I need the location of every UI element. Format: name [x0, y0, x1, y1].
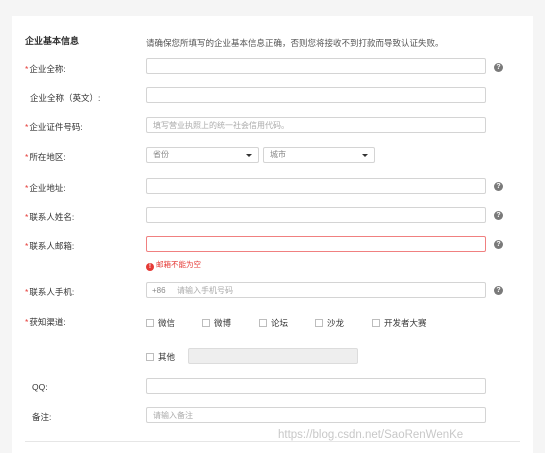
chevron-down-icon [362, 154, 368, 157]
qq-label: QQ: [32, 382, 48, 392]
address-label: *企业地址: [25, 183, 66, 193]
checkbox[interactable] [146, 319, 154, 327]
chevron-down-icon [246, 154, 252, 157]
license-no-input[interactable] [146, 117, 486, 133]
channel-label: *获知渠道: [25, 317, 66, 327]
watermark: https://blog.csdn.net/SaoRenWenKe [278, 429, 464, 441]
remark-input[interactable] [146, 407, 486, 423]
divider [25, 441, 520, 442]
contact-name-label: *联系人姓名: [25, 212, 75, 222]
help-icon[interactable]: ? [494, 211, 503, 220]
remark-label: 备注: [32, 412, 52, 422]
checkbox[interactable] [146, 353, 154, 361]
error-icon: ! [146, 263, 154, 271]
channel-other-input[interactable] [188, 348, 358, 364]
contact-phone-label: *联系人手机: [25, 287, 75, 297]
license-no-label: *企业证件号码: [25, 122, 83, 132]
company-name-input[interactable] [146, 58, 486, 74]
contact-email-label: *联系人邮箱: [25, 241, 75, 251]
address-input[interactable] [146, 178, 486, 194]
required-mark: * [25, 64, 29, 74]
phone-country-code: +86 [152, 286, 166, 295]
email-error-message: ! 邮箱不能为空 [146, 259, 201, 271]
company-name-label: *企业全称: [25, 64, 66, 74]
section-title: 企业基本信息 [25, 36, 80, 46]
checkbox[interactable] [372, 319, 380, 327]
region-label: *所在地区: [25, 152, 66, 162]
channel-option-wechat[interactable]: 微信 [146, 317, 175, 329]
help-icon[interactable]: ? [494, 63, 503, 72]
help-icon[interactable]: ? [494, 286, 503, 295]
checkbox[interactable] [259, 319, 267, 327]
checkbox[interactable] [315, 319, 323, 327]
company-name-en-input[interactable] [146, 87, 486, 103]
channel-option-forum[interactable]: 论坛 [259, 317, 288, 329]
help-icon[interactable]: ? [494, 240, 503, 249]
city-select[interactable]: 城市 [263, 147, 375, 163]
qq-input[interactable] [146, 378, 486, 394]
company-name-en-label: 企业全称（英文）: [30, 93, 101, 103]
channel-option-other[interactable]: 其他 [146, 351, 175, 363]
contact-email-input[interactable] [146, 236, 486, 252]
checkbox[interactable] [202, 319, 210, 327]
help-icon[interactable]: ? [494, 182, 503, 191]
contact-name-input[interactable] [146, 207, 486, 223]
contact-phone-input[interactable] [146, 282, 486, 298]
channel-option-salon[interactable]: 沙龙 [315, 317, 344, 329]
province-select[interactable]: 省份 [146, 147, 259, 163]
section-hint: 请确保您所填写的企业基本信息正确，否则您将接收不到打款而导致认证失败。 [146, 38, 444, 48]
channel-option-contest[interactable]: 开发者大赛 [372, 317, 427, 329]
channel-option-weibo[interactable]: 微博 [202, 317, 231, 329]
company-info-card: 企业基本信息 请确保您所填写的企业基本信息正确，否则您将接收不到打款而导致认证失… [12, 16, 533, 453]
